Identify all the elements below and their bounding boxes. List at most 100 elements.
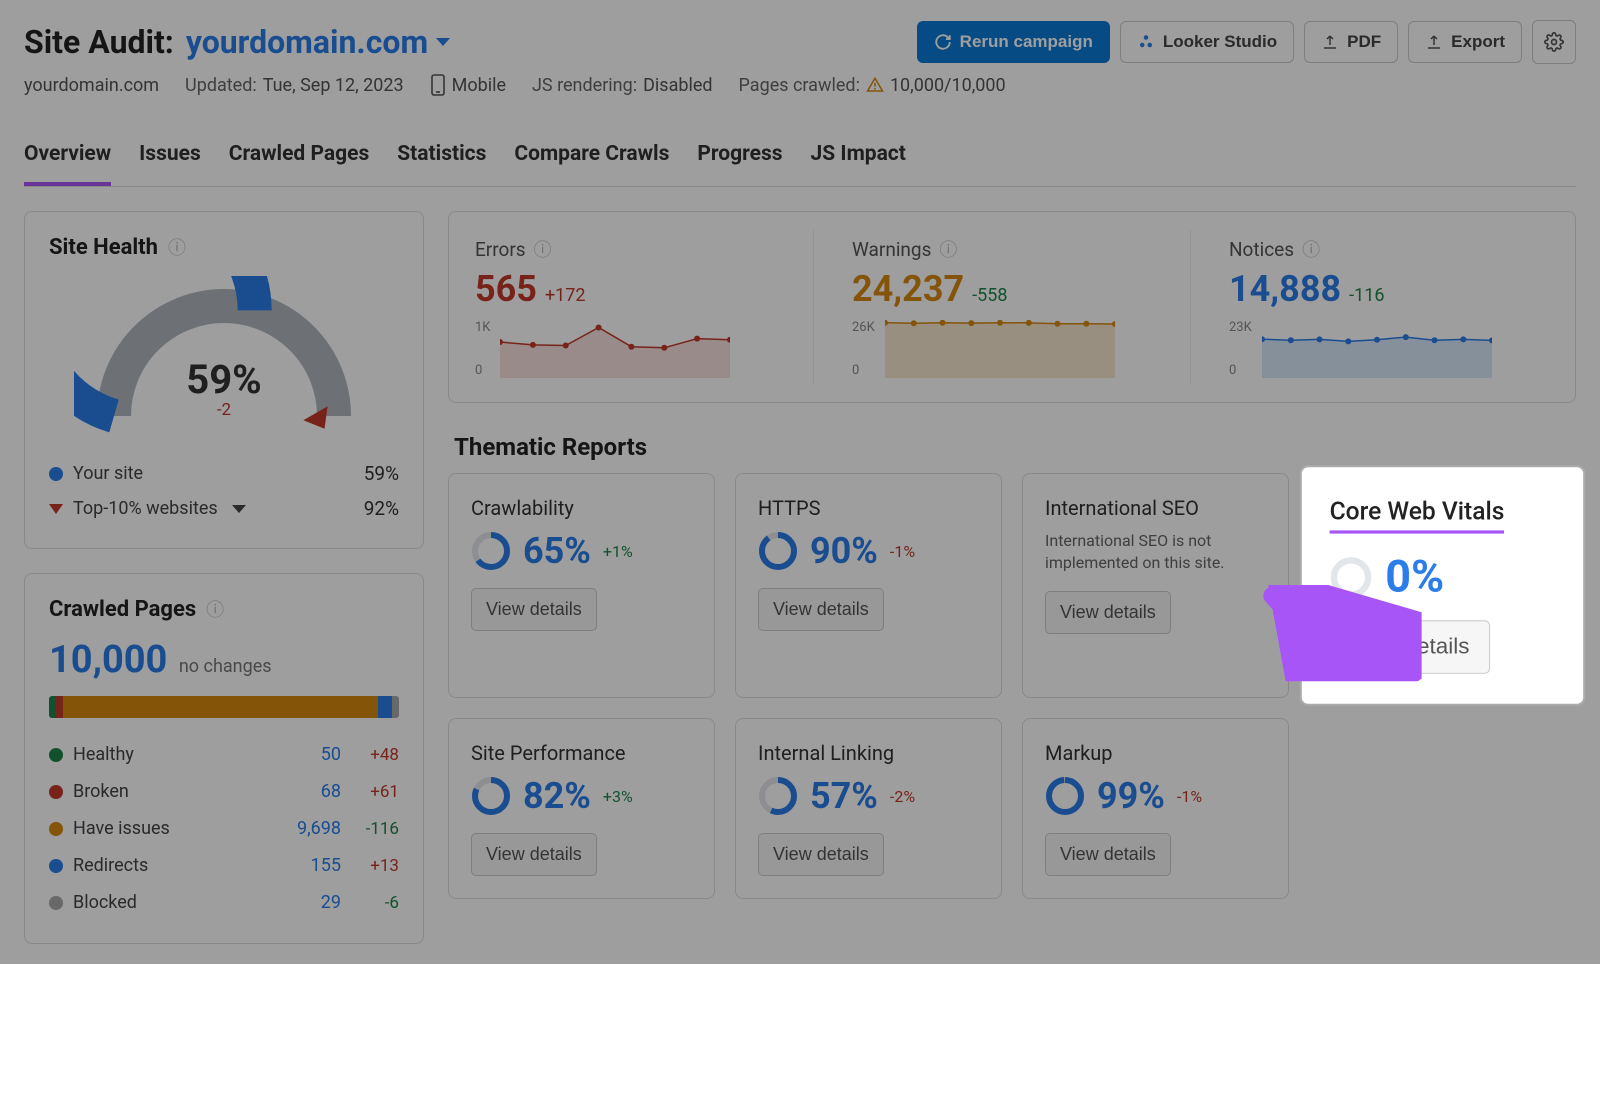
bar-segment — [392, 696, 399, 718]
crawled-row-blocked[interactable]: Blocked 29 -6 — [49, 884, 399, 921]
page-title-prefix: Site Audit: — [24, 23, 174, 61]
crawled-row-value: 29 — [277, 892, 341, 913]
stat-delta: -116 — [1349, 285, 1384, 306]
thematic-pct: 82% — [523, 775, 591, 817]
stat-value: 565 — [475, 268, 537, 310]
info-icon[interactable]: ⓘ — [206, 596, 224, 622]
donut-icon — [471, 531, 511, 571]
thematic-card-https: HTTPS 90% -1% View details — [735, 473, 1002, 698]
view-details-button[interactable]: View details — [1045, 591, 1171, 634]
legend-top10[interactable]: Top-10% websites 92% — [49, 491, 399, 526]
stat-delta: +172 — [545, 285, 586, 306]
bar-segment — [56, 696, 63, 718]
header-actions: Rerun campaign Looker Studio PDF Export — [917, 20, 1576, 64]
donut-icon — [471, 776, 511, 816]
crawled-row-redirects[interactable]: Redirects 155 +13 — [49, 847, 399, 884]
site-health-title: Site Health — [49, 235, 158, 260]
mobile-icon — [430, 74, 446, 96]
info-icon[interactable]: ⓘ — [168, 234, 186, 260]
crawled-row-label: Broken — [73, 781, 129, 802]
stat-notices: Notices ⓘ 14,888-116 23K0 — [1211, 230, 1567, 384]
thematic-card-title: International SEO — [1045, 496, 1266, 520]
chevron-down-icon — [436, 38, 450, 46]
chevron-down-icon — [232, 505, 246, 513]
bar-segment — [63, 696, 378, 718]
domain-name: yourdomain.com — [186, 23, 428, 61]
thematic-card-title: Crawlability — [471, 496, 692, 520]
crawled-row-label: Healthy — [73, 744, 134, 765]
info-icon[interactable]: ⓘ — [939, 236, 957, 262]
thematic-card-core-web-vitals: Core Web Vitals 0% View details — [1300, 465, 1586, 706]
thematic-card-title: Internal Linking — [758, 741, 979, 765]
view-details-button[interactable]: View details — [471, 588, 597, 631]
crawled-row-value: 9,698 — [277, 818, 341, 839]
thematic-value-row: 99% -1% — [1045, 775, 1266, 817]
thematic-value-row: 57% -2% — [758, 775, 979, 817]
thematic-value-row: 90% -1% — [758, 530, 979, 572]
view-details-button[interactable]: View details — [471, 833, 597, 876]
info-icon[interactable]: ⓘ — [534, 236, 552, 262]
gear-icon — [1544, 32, 1564, 52]
view-details-button[interactable]: View details — [758, 588, 884, 631]
tab-statistics[interactable]: Statistics — [397, 132, 486, 186]
crawled-row-have-issues[interactable]: Have issues 9,698 -116 — [49, 810, 399, 847]
crawled-pages-card: Crawled Pages ⓘ 10,000 no changes Health… — [24, 573, 424, 944]
thematic-card-international-seo: International SEOInternational SEO is no… — [1022, 473, 1289, 698]
tab-crawled-pages[interactable]: Crawled Pages — [229, 132, 369, 186]
thematic-card-markup: Markup 99% -1% View details — [1022, 718, 1289, 899]
thematic-grid: Crawlability 65% +1% View detailsHTTPS 9… — [448, 473, 1576, 899]
donut-icon — [758, 531, 798, 571]
thematic-pct: 99% — [1097, 775, 1165, 817]
thematic-delta: +1% — [603, 542, 633, 561]
legend-swatch — [49, 785, 63, 799]
thematic-card-internal-linking: Internal Linking 57% -2% View details — [735, 718, 1002, 899]
thematic-pct: 0% — [1385, 551, 1444, 603]
warning-icon — [866, 76, 884, 94]
pdf-button[interactable]: PDF — [1304, 21, 1398, 63]
info-icon[interactable]: ⓘ — [1302, 236, 1320, 262]
thematic-delta: +3% — [603, 787, 633, 806]
stat-value: 14,888 — [1229, 268, 1341, 310]
settings-button[interactable] — [1532, 20, 1576, 64]
crawled-row-healthy[interactable]: Healthy 50 +48 — [49, 736, 399, 773]
stat-errors: Errors ⓘ 565+172 1K0 — [457, 230, 814, 384]
meta-row: yourdomain.com Updated: Tue, Sep 12, 202… — [24, 74, 1576, 96]
meta-js-rendering: JS rendering: Disabled — [532, 75, 713, 96]
tab-progress[interactable]: Progress — [697, 132, 782, 186]
view-details-button[interactable]: View details — [758, 833, 884, 876]
crawled-row-label: Redirects — [73, 855, 148, 876]
export-button[interactable]: Export — [1408, 21, 1522, 63]
meta-pages-crawled: Pages crawled: 10,000/10,000 — [739, 75, 1006, 96]
domain-selector[interactable]: yourdomain.com — [186, 23, 450, 61]
looker-icon — [1137, 33, 1155, 51]
thematic-reports-title: Thematic Reports — [454, 433, 1576, 461]
donut-icon — [758, 776, 798, 816]
looker-studio-button[interactable]: Looker Studio — [1120, 21, 1294, 63]
thematic-section: Thematic Reports Crawlability 65% +1% Vi… — [448, 427, 1576, 899]
view-details-button[interactable]: View details — [1330, 620, 1490, 674]
crawled-row-value: 50 — [277, 744, 341, 765]
thematic-value-row: 65% +1% — [471, 530, 692, 572]
crawled-row-value: 155 — [277, 855, 341, 876]
thematic-delta: -1% — [1177, 787, 1202, 806]
site-health-card: Site Health ⓘ 59% -2 Your site 59% — [24, 211, 424, 549]
upload-icon — [1425, 33, 1443, 51]
thematic-pct: 65% — [523, 530, 591, 572]
tab-js-impact[interactable]: JS Impact — [811, 132, 906, 186]
stat-warnings: Warnings ⓘ 24,237-558 26K0 — [834, 230, 1191, 384]
crawled-row-delta: +13 — [351, 856, 399, 876]
legend-swatch — [49, 467, 63, 481]
tab-compare-crawls[interactable]: Compare Crawls — [514, 132, 669, 186]
thematic-card-title: Core Web Vitals — [1330, 497, 1505, 533]
meta-domain: yourdomain.com — [24, 75, 159, 96]
crawled-row-delta: -116 — [351, 819, 399, 839]
site-audit-page: Site Audit: yourdomain.com Rerun campaig… — [0, 0, 1600, 964]
crawled-row-broken[interactable]: Broken 68 +61 — [49, 773, 399, 810]
view-details-button[interactable]: View details — [1045, 833, 1171, 876]
legend-swatch — [49, 822, 63, 836]
tab-issues[interactable]: Issues — [139, 132, 201, 186]
thematic-card-title: Markup — [1045, 741, 1266, 765]
tab-overview[interactable]: Overview — [24, 132, 111, 186]
rerun-campaign-button[interactable]: Rerun campaign — [917, 21, 1110, 63]
stat-sparkline: 1K0 — [475, 320, 795, 378]
